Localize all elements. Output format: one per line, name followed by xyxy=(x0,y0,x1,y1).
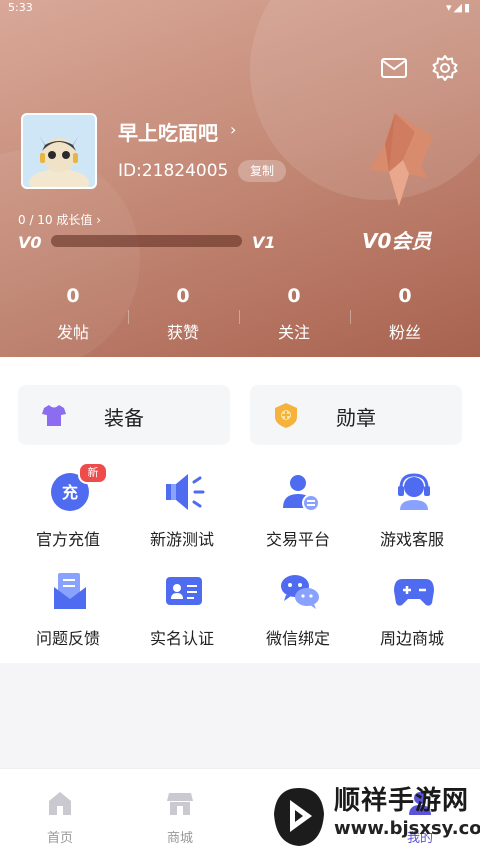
medals-button[interactable]: 勋章 xyxy=(250,385,462,445)
id-card-icon xyxy=(162,569,206,613)
recharge-icon-char: 充 xyxy=(62,483,78,502)
medals-label: 勋章 xyxy=(336,406,376,430)
chevron-right-icon: › xyxy=(96,213,102,227)
battery-icon: ▮ xyxy=(463,1,472,14)
growth-text: 0 / 10 成长值 xyxy=(18,213,93,227)
stat-likes[interactable]: 0 获赞 xyxy=(128,285,238,343)
grid-item-label: 新游测试 xyxy=(149,530,214,549)
mail-icon[interactable] xyxy=(380,56,408,84)
level-current: V0 xyxy=(18,233,42,252)
grid-item-wechat-binding[interactable]: 微信绑定 xyxy=(238,569,358,659)
status-bar: 5:33 ▾◢▮ xyxy=(0,0,480,14)
signal-icon: ◢ xyxy=(453,1,464,14)
site-watermark: 顺祥手游网 www.bjsxsy.com xyxy=(272,780,480,856)
wechat-icon xyxy=(278,569,322,613)
tab-label: 首页 xyxy=(46,831,73,846)
copy-id-button[interactable]: 复制 xyxy=(238,160,286,182)
watermark-logo-icon xyxy=(272,786,326,852)
vip-level-label: V0会员 xyxy=(362,229,432,253)
grid-item-label: 交易平台 xyxy=(265,530,330,549)
stat-value: 0 xyxy=(176,285,190,307)
grid-item-customer-service[interactable]: 游戏客服 xyxy=(352,470,472,560)
equipment-button[interactable]: 装备 xyxy=(18,385,230,445)
user-id: ID:21824005 xyxy=(118,161,229,181)
grid-item-label: 游戏客服 xyxy=(379,530,444,549)
grid-item-label: 微信绑定 xyxy=(265,629,330,648)
trade-icon xyxy=(278,470,322,514)
grid-item-merch-store[interactable]: 周边商城 xyxy=(352,569,472,659)
grid-item-label: 实名认证 xyxy=(149,629,214,648)
settings-gear-icon[interactable] xyxy=(431,54,459,86)
stat-value: 0 xyxy=(287,285,301,307)
feature-panel: 装备 勋章 充 新 官方充值 新游测试 交易平台 游戏客服 问题反馈 实名认证 … xyxy=(0,357,480,663)
status-time: 5:33 xyxy=(8,1,33,14)
avatar[interactable] xyxy=(21,113,97,189)
grid-item-feedback[interactable]: 问题反馈 xyxy=(8,569,128,659)
stat-value: 0 xyxy=(398,285,412,307)
watermark-title: 顺祥手游网 xyxy=(334,786,470,816)
feedback-icon xyxy=(48,569,92,613)
growth-value-link[interactable]: 0 / 10 成长值 › xyxy=(18,211,101,228)
stat-label: 关注 xyxy=(277,323,310,342)
headset-icon xyxy=(392,470,436,514)
chevron-right-icon: › xyxy=(230,120,237,139)
growth-progress-bar xyxy=(51,235,242,247)
grid-item-label: 问题反馈 xyxy=(35,629,100,648)
equipment-label: 装备 xyxy=(104,406,144,430)
vip-badge-icon[interactable] xyxy=(355,108,445,218)
grid-item-label: 官方充值 xyxy=(35,530,100,549)
stat-followers[interactable]: 0 粉丝 xyxy=(350,285,460,343)
gamepad-icon xyxy=(392,569,436,613)
status-icons: ▾◢▮ xyxy=(446,1,472,14)
profile-header: 5:33 ▾◢▮ 早上吃面吧 › ID:21824005 复制 0 / 10 成… xyxy=(0,0,480,357)
stat-label: 粉丝 xyxy=(388,323,421,342)
tab-home[interactable]: 首页 xyxy=(0,769,120,857)
home-icon xyxy=(46,789,74,817)
tab-store[interactable]: 商城 xyxy=(120,769,240,857)
stats-row: 0 发帖 0 获赞 0 关注 0 粉丝 xyxy=(0,285,480,345)
grid-item-new-game-test[interactable]: 新游测试 xyxy=(122,470,242,560)
level-next: V1 xyxy=(252,233,276,252)
store-icon xyxy=(166,789,194,817)
nickname[interactable]: 早上吃面吧 xyxy=(118,117,218,146)
stat-label: 发帖 xyxy=(56,323,89,342)
watermark-url: www.bjsxsy.com xyxy=(334,818,480,839)
megaphone-icon xyxy=(162,470,206,514)
new-badge: 新 xyxy=(78,462,108,484)
stat-following[interactable]: 0 关注 xyxy=(239,285,349,343)
stat-label: 获赞 xyxy=(166,323,199,342)
stat-value: 0 xyxy=(66,285,80,307)
grid-item-official-recharge[interactable]: 充 新 官方充值 xyxy=(8,462,128,560)
grid-item-trade-platform[interactable]: 交易平台 xyxy=(238,470,358,560)
stat-posts[interactable]: 0 发帖 xyxy=(18,285,128,343)
tab-label: 商城 xyxy=(166,831,193,846)
grid-item-real-name-verification[interactable]: 实名认证 xyxy=(122,569,242,659)
grid-item-label: 周边商城 xyxy=(379,629,444,648)
